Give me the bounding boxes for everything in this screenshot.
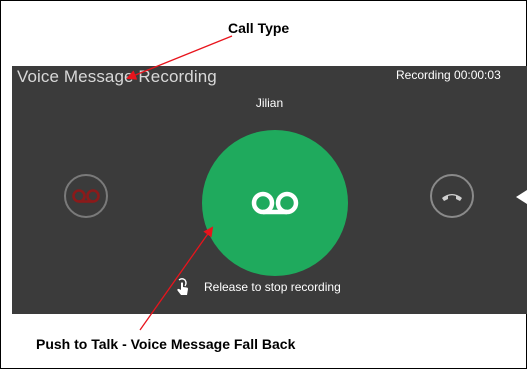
voicemail-icon (72, 189, 100, 203)
hang-up-icon (442, 194, 462, 201)
call-type-title: Voice Message Recording (17, 67, 217, 86)
voicemail-icon (251, 191, 299, 215)
push-to-talk-callout: Push to Talk - Voice Message Fall Back (36, 336, 296, 352)
call-type-callout: Call Type (228, 20, 290, 36)
arrow-left-icon[interactable] (516, 190, 527, 204)
push-to-talk-button[interactable] (202, 130, 348, 276)
hint-text: Release to stop recording (204, 280, 341, 294)
recording-timer: Recording 00:00:03 (396, 68, 501, 82)
release-hint: Release to stop recording (174, 278, 341, 296)
call-screen: Voice Message Recording Recording 00:00:… (12, 66, 527, 314)
hang-up-button[interactable] (430, 174, 474, 218)
contact-name: Jilian (255, 96, 284, 110)
voicemail-button[interactable] (64, 174, 108, 218)
touch-icon (177, 278, 188, 295)
